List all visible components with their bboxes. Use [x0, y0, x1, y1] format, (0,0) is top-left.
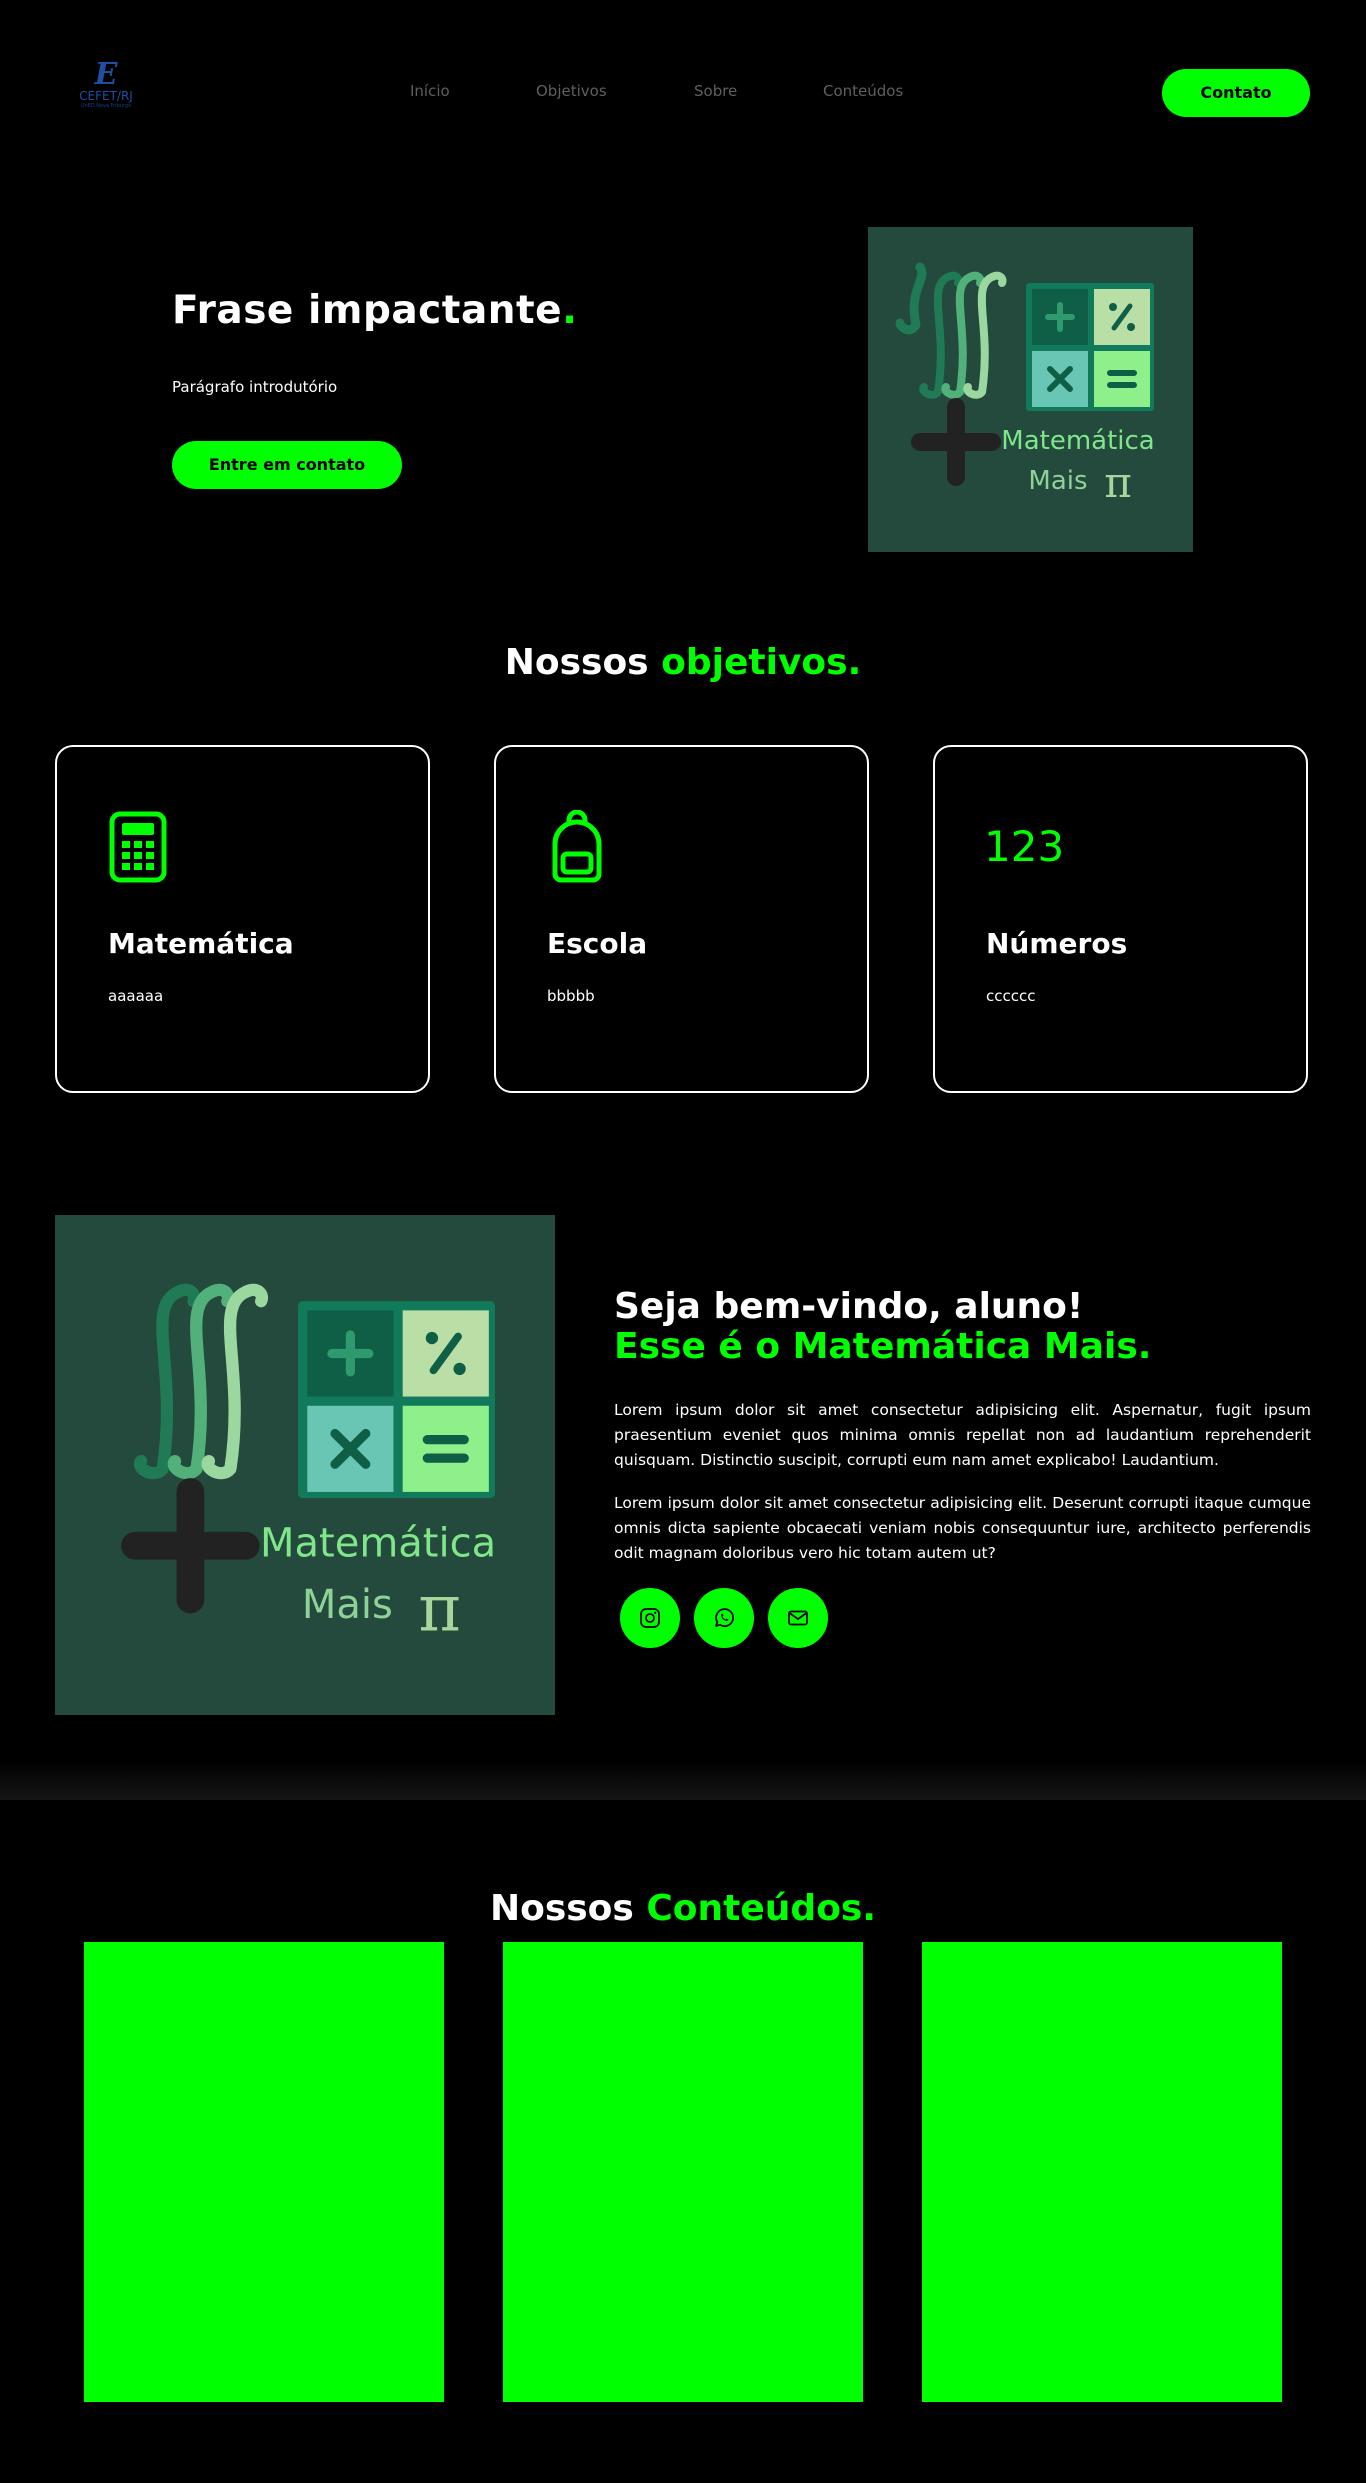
nav-link-objetivos[interactable]: Objetivos — [536, 82, 607, 100]
contact-button[interactable]: Contato — [1162, 69, 1310, 117]
hero-paragraph: Parágrafo introdutório — [172, 378, 338, 396]
objective-card-escola: Escola bbbbb — [494, 745, 869, 1093]
contents-title: Nossos Conteúdos. — [0, 1888, 1366, 1929]
email-button[interactable] — [768, 1588, 828, 1648]
instagram-button[interactable] — [620, 1588, 680, 1648]
hero-image-text-1: Matemática — [1001, 426, 1154, 456]
email-icon — [788, 1610, 808, 1626]
hero-image-text-2: Mais — [1028, 466, 1087, 496]
nav-link-conteudos[interactable]: Conteúdos — [823, 82, 903, 100]
hero-title-dot: . — [562, 288, 578, 333]
welcome-subtitle: Esse é o Matemática Mais. — [614, 1326, 1152, 1367]
welcome-logo-image: Matemática Mais π — [55, 1215, 555, 1715]
objectives-title: Nossos objetivos. — [0, 642, 1366, 683]
nav-link-sobre[interactable]: Sobre — [694, 82, 737, 100]
contents-title-part1: Nossos — [489, 1888, 647, 1929]
logo-tagline: UnED Nova Friburgo — [80, 103, 132, 109]
welcome-title: Seja bem-vindo, aluno! — [614, 1286, 1084, 1327]
nav-link-inicio[interactable]: Início — [410, 82, 450, 100]
welcome-paragraph-1: Lorem ipsum dolor sit amet consectetur a… — [614, 1401, 1311, 1469]
content-card-3[interactable] — [922, 1942, 1282, 2402]
logo-name: CEFET/RJ — [79, 89, 133, 103]
card-title: Escola — [547, 927, 648, 960]
hero-title: Frase impactante. — [172, 288, 577, 333]
objective-card-numeros: 123 Números cccccc — [933, 745, 1308, 1093]
welcome-image-text-2: Mais — [302, 1582, 393, 1628]
content-card-1[interactable] — [84, 1942, 444, 2402]
content-card-2[interactable] — [503, 1942, 863, 2402]
hero-title-text: Frase impactante — [172, 288, 563, 333]
card-title: Números — [986, 927, 1128, 960]
card-text: cccccc — [986, 987, 1036, 1005]
backpack-icon — [552, 810, 602, 883]
hero-contact-button[interactable]: Entre em contato — [172, 441, 402, 489]
cefet-logo-icon: E — [94, 57, 118, 92]
whatsapp-button[interactable] — [694, 1588, 754, 1648]
welcome-paragraph-2: Lorem ipsum dolor sit amet consectetur a… — [614, 1494, 1311, 1562]
welcome-image-text-1: Matemática — [260, 1521, 496, 1567]
section-divider-shade — [0, 1760, 1366, 1800]
pi-symbol: π — [418, 1571, 460, 1646]
card-text: aaaaaa — [108, 987, 164, 1005]
whatsapp-icon — [715, 1608, 734, 1628]
card-text: bbbbb — [547, 987, 595, 1005]
objective-card-matematica: Matemática aaaaaa — [55, 745, 430, 1093]
pi-symbol: π — [1104, 458, 1132, 507]
objectives-title-part1: Nossos — [504, 642, 662, 683]
contents-title-part2: Conteúdos. — [646, 1888, 877, 1929]
card-title: Matemática — [108, 927, 294, 960]
instagram-icon — [640, 1608, 660, 1628]
calculator-icon — [109, 811, 167, 883]
numbers-icon: 123 — [984, 822, 1065, 871]
objectives-title-part2: objetivos. — [661, 642, 862, 683]
hero-logo-image: Matemática Mais π — [868, 227, 1193, 552]
cefet-logo[interactable]: E CEFET/RJ UnED Nova Friburgo — [68, 60, 144, 114]
